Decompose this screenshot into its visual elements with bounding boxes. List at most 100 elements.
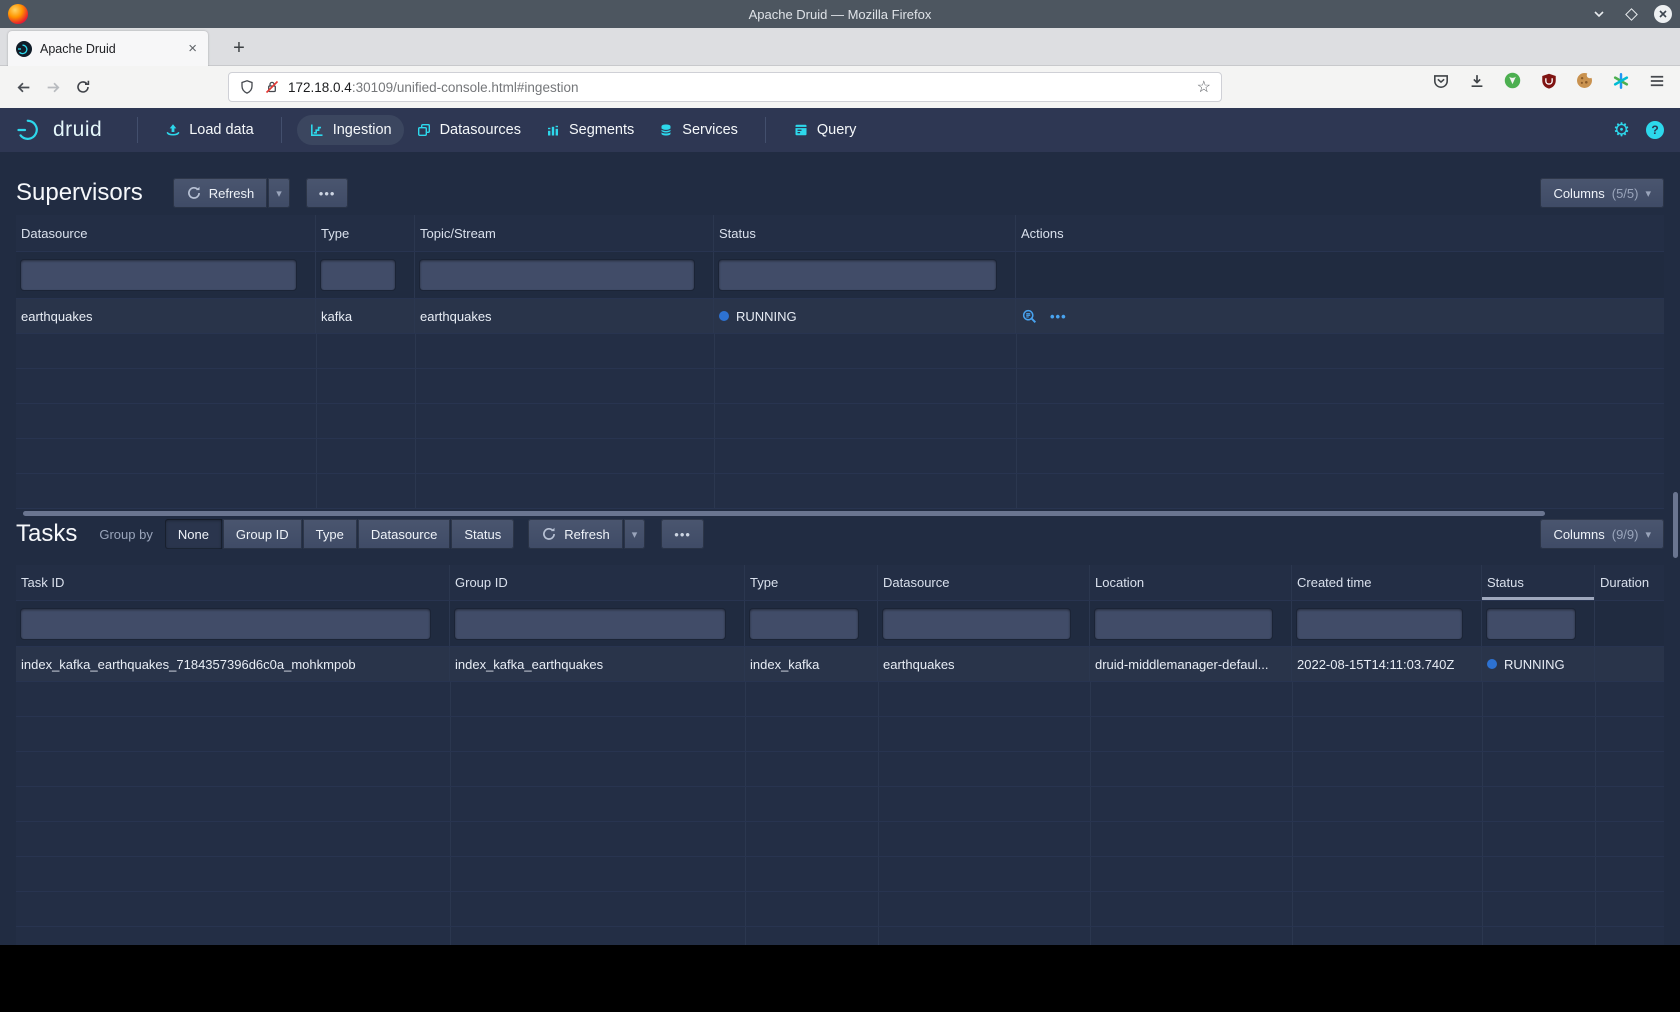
forward-button[interactable] <box>38 72 68 102</box>
button-label: Datasource <box>371 527 437 542</box>
nav-item-segments[interactable]: Segments <box>533 115 646 145</box>
settings-gear-icon[interactable]: ⚙ <box>1613 121 1630 140</box>
tasks-table: Task ID Group ID Type Datasource Locatio… <box>16 565 1664 945</box>
inspect-magnifier-icon[interactable] <box>1021 308 1038 325</box>
filter-input-created-time[interactable] <box>1297 609 1462 639</box>
cell-type: kafka <box>316 299 415 333</box>
tasks-refresh-caret-button[interactable]: ▾ <box>624 519 646 549</box>
window-minimize-button[interactable] <box>1590 5 1608 23</box>
filter-input-datasource[interactable] <box>883 609 1070 639</box>
tasks-header-row: Task ID Group ID Type Datasource Locatio… <box>16 565 1664 601</box>
database-icon <box>658 122 674 138</box>
supervisors-more-button[interactable]: ••• <box>306 178 349 208</box>
cookie-icon[interactable] <box>1575 71 1594 90</box>
filter-cell <box>1595 601 1664 646</box>
supervisors-columns-button[interactable]: Columns (5/5) ▾ <box>1540 178 1664 208</box>
extension-asterisk-icon[interactable] <box>1611 71 1630 90</box>
column-header-created-time[interactable]: Created time <box>1292 565 1482 600</box>
navbar-right: ⚙ ? <box>1613 121 1664 140</box>
arrow-right-icon <box>45 79 62 96</box>
supervisors-refresh-caret-button[interactable]: ▾ <box>268 178 290 208</box>
column-header-status[interactable]: Status <box>714 215 1016 251</box>
filter-input-status[interactable] <box>719 260 996 290</box>
reload-button[interactable] <box>68 72 98 102</box>
columns-label: Columns <box>1553 527 1604 542</box>
column-header-actions[interactable]: Actions <box>1016 215 1664 251</box>
menu-hamburger-icon[interactable] <box>1647 71 1666 90</box>
browser-toolbar: 172.18.0.4:30109/unified-console.html#in… <box>0 66 1680 108</box>
tab-close-icon[interactable]: × <box>185 40 200 57</box>
back-button[interactable] <box>8 72 38 102</box>
row-more-actions-icon[interactable]: ••• <box>1050 309 1067 324</box>
tracking-shield-icon[interactable] <box>239 79 255 95</box>
download-icon[interactable] <box>1467 71 1486 90</box>
column-header-duration[interactable]: Duration <box>1595 565 1664 600</box>
group-by-none-button[interactable]: None <box>165 519 222 549</box>
header-label: Type <box>321 226 349 241</box>
column-header-type[interactable]: Type <box>745 565 878 600</box>
url-path: :30109/unified-console.html#ingestion <box>352 80 579 95</box>
filter-input-group-id[interactable] <box>455 609 725 639</box>
refresh-icon <box>186 185 202 201</box>
group-by-type-button[interactable]: Type <box>303 519 357 549</box>
window-title: Apache Druid — Mozilla Firefox <box>0 7 1680 22</box>
filter-cell <box>450 601 745 646</box>
filter-cell <box>1292 601 1482 646</box>
pocket-icon[interactable] <box>1431 71 1450 90</box>
cell-datasource: earthquakes <box>878 647 1090 681</box>
filter-input-status[interactable] <box>1487 609 1575 639</box>
nav-item-services[interactable]: Services <box>646 115 750 145</box>
window-maximize-button[interactable] <box>1622 5 1640 23</box>
supervisors-header-row: Datasource Type Topic/Stream Status Acti… <box>16 215 1664 252</box>
druid-brand[interactable]: druid <box>16 118 102 142</box>
ellipsis-icon: ••• <box>319 186 336 201</box>
tasks-more-button[interactable]: ••• <box>661 519 704 549</box>
task-row[interactable]: index_kafka_earthquakes_7184357396d6c0a_… <box>16 647 1664 682</box>
filter-input-datasource[interactable] <box>21 260 296 290</box>
nav-item-load-data[interactable]: Load data <box>153 115 266 145</box>
group-by-datasource-button[interactable]: Datasource <box>358 519 450 549</box>
nav-item-ingestion[interactable]: Ingestion <box>297 115 404 145</box>
navbar-divider <box>765 117 766 143</box>
filter-cell <box>745 601 878 646</box>
horizontal-scrollbar[interactable] <box>23 511 1545 516</box>
filter-cell <box>415 252 714 298</box>
new-tab-button[interactable]: + <box>224 34 254 62</box>
column-header-type[interactable]: Type <box>316 215 415 251</box>
filter-input-type[interactable] <box>750 609 858 639</box>
ublock-shield-icon[interactable] <box>1539 71 1558 90</box>
column-header-group-id[interactable]: Group ID <box>450 565 745 600</box>
nav-item-query[interactable]: Query <box>781 115 869 145</box>
header-label: Topic/Stream <box>420 226 496 241</box>
navbar-divider <box>281 117 282 143</box>
window-controls <box>1590 0 1672 28</box>
tasks-columns-button[interactable]: Columns (9/9) ▾ <box>1540 519 1664 549</box>
group-by-status-button[interactable]: Status <box>451 519 514 549</box>
url-bar[interactable]: 172.18.0.4:30109/unified-console.html#in… <box>228 72 1222 102</box>
column-header-topic-stream[interactable]: Topic/Stream <box>415 215 714 251</box>
vertical-scrollbar[interactable] <box>1673 492 1678 558</box>
column-header-status-sorted[interactable]: Status <box>1482 565 1595 600</box>
privacy-badger-icon[interactable] <box>1503 71 1522 90</box>
filter-input-task-id[interactable] <box>21 609 430 639</box>
filter-input-topic-stream[interactable] <box>420 260 694 290</box>
window-close-button[interactable] <box>1654 5 1672 23</box>
column-header-task-id[interactable]: Task ID <box>16 565 450 600</box>
help-icon[interactable]: ? <box>1646 121 1664 139</box>
browser-tab[interactable]: Apache Druid × <box>8 31 208 66</box>
column-header-location[interactable]: Location <box>1090 565 1292 600</box>
filter-input-type[interactable] <box>321 260 395 290</box>
filter-input-location[interactable] <box>1095 609 1272 639</box>
column-header-datasource[interactable]: Datasource <box>878 565 1090 600</box>
cell-type: index_kafka <box>745 647 878 681</box>
button-label: Type <box>316 527 344 542</box>
insecure-lock-icon[interactable] <box>264 79 280 95</box>
group-by-group-id-button[interactable]: Group ID <box>223 519 302 549</box>
nav-item-datasources[interactable]: Datasources <box>404 115 533 145</box>
supervisors-refresh-button[interactable]: Refresh <box>173 178 268 208</box>
bookmark-star-icon[interactable]: ☆ <box>1197 77 1211 97</box>
tasks-refresh-button[interactable]: Refresh <box>528 519 623 549</box>
tab-bar: Apache Druid × + <box>0 28 1680 66</box>
column-header-datasource[interactable]: Datasource <box>16 215 316 251</box>
supervisor-row[interactable]: earthquakes kafka earthquakes RUNNING ••… <box>16 299 1664 334</box>
